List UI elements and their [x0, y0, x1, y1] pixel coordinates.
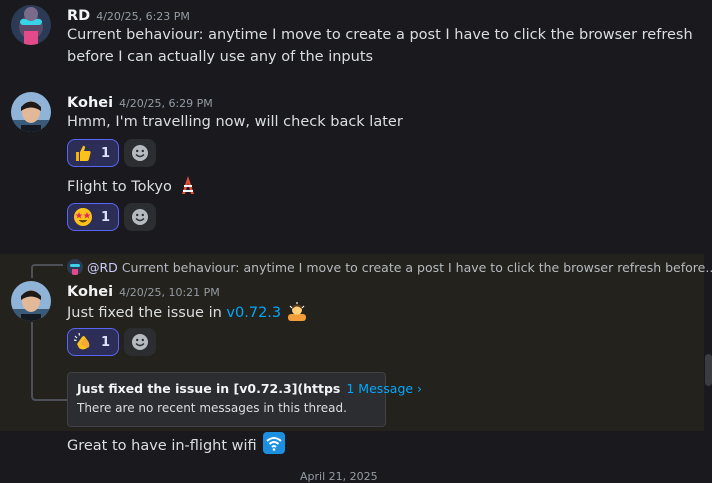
smiley-icon: [132, 334, 148, 350]
reply-avatar: [67, 259, 83, 275]
add-reaction-button[interactable]: [124, 203, 156, 231]
timestamp: 4/20/25, 10:21 PM: [119, 286, 220, 299]
add-reaction-button[interactable]: [124, 139, 156, 167]
message-header: Kohei 4/20/25, 10:21 PM: [67, 281, 220, 300]
reaction-clapping-hands[interactable]: 1: [67, 328, 119, 356]
message-text: Flight to Tokyo: [67, 175, 197, 202]
message-header: Kohei 4/20/25, 6:29 PM: [67, 92, 213, 111]
message-text: Just fixed the issue in v0.72.3: [67, 300, 308, 329]
date-divider: April 21, 2025: [300, 470, 378, 483]
add-reaction-button[interactable]: [124, 328, 156, 356]
author-name[interactable]: Kohei: [67, 284, 113, 300]
avatar-kohei[interactable]: [11, 92, 51, 132]
person-bowing-icon: [286, 300, 308, 329]
message-header: RD 4/20/25, 6:23 PM: [67, 5, 190, 24]
clapping-hands-icon: [73, 332, 93, 352]
smiley-icon: [132, 145, 148, 161]
reaction-star-struck[interactable]: 1: [67, 203, 119, 231]
avatar-rd[interactable]: [11, 5, 51, 45]
reply-reference[interactable]: @RD Current behaviour: anytime I move to…: [67, 258, 712, 276]
smiley-icon: [132, 209, 148, 225]
message-text-line: Current behaviour: anytime I move to cre…: [67, 27, 693, 43]
reaction-count: 1: [101, 145, 111, 161]
thread-connector: [31, 322, 67, 401]
thread-message-count-link[interactable]: 1 Message ›: [346, 381, 422, 396]
reply-connector: [31, 264, 63, 278]
tokyo-tower-icon: [179, 175, 197, 202]
timestamp: 4/20/25, 6:29 PM: [119, 97, 213, 110]
thread-title: Just fixed the issue in [v0.72.3](https: [77, 381, 341, 396]
thumbs-up-icon: [73, 143, 93, 163]
message-text-line: before I can actually use any of the inp…: [67, 49, 374, 65]
version-link[interactable]: v0.72.3: [226, 305, 281, 321]
star-struck-icon: [73, 207, 93, 227]
wifi-icon: [263, 432, 286, 461]
scrollbar-thumb[interactable]: [705, 354, 712, 386]
followup-text: Flight to Tokyo: [67, 179, 172, 195]
thread-subtitle: There are no recent messages in this thr…: [77, 401, 347, 415]
message-text-prefix: Just fixed the issue in: [67, 305, 222, 321]
thread-preview-card[interactable]: Just fixed the issue in [v0.72.3](https 1…: [67, 372, 422, 427]
timestamp: 4/20/25, 6:23 PM: [96, 10, 190, 23]
message-text-content: Great to have in-flight wifi: [67, 438, 257, 454]
thread-title-row: Just fixed the issue in [v0.72.3](https 1…: [77, 381, 422, 396]
reaction-thumbs-up[interactable]: 1: [67, 139, 119, 167]
reaction-count: 1: [101, 334, 111, 350]
reply-mention[interactable]: @RD: [87, 260, 118, 275]
author-name[interactable]: RD: [67, 8, 90, 24]
reply-snippet: Current behaviour: anytime I move to cre…: [121, 259, 712, 275]
message-text: Hmm, I'm travelling now, will check back…: [67, 114, 403, 130]
avatar-kohei[interactable]: [11, 281, 51, 321]
message-text: Great to have in-flight wifi: [67, 432, 286, 461]
reaction-count: 1: [101, 209, 111, 225]
author-name[interactable]: Kohei: [67, 95, 113, 111]
